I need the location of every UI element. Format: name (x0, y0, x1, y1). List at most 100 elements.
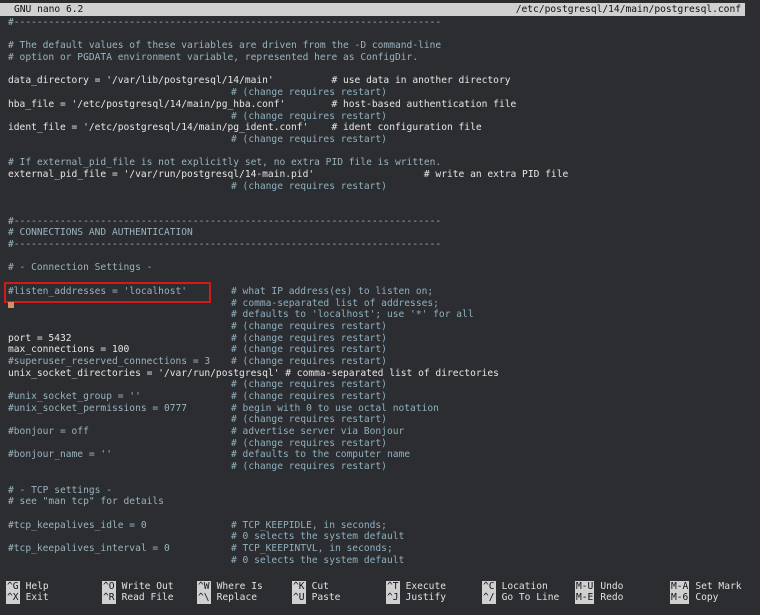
code-line[interactable]: hba_file = '/etc/postgresql/14/main/pg_h… (0, 99, 760, 111)
shortcut-label: Go To Line (501, 592, 560, 603)
shortcut-key: M-6 (670, 592, 690, 604)
inline-comment: # (change requires restart) (231, 87, 387, 99)
code-line[interactable]: # (change requires restart) (0, 321, 760, 333)
code-text: #tcp_keepalives_interval = 0 (8, 542, 170, 554)
inline-comment: # defaults to the computer name (231, 449, 411, 461)
code-line[interactable]: # If external_pid_file is not explicitly… (0, 157, 760, 169)
code-line[interactable]: ident_file = '/etc/postgresql/14/main/pg… (0, 122, 760, 134)
code-line[interactable]: # (change requires restart) (0, 379, 760, 391)
inline-comment: # (change requires restart) (231, 320, 387, 332)
inline-comment: # advertise server via Bonjour (231, 426, 405, 438)
code-line[interactable]: #---------------------------------------… (0, 17, 760, 29)
shortcut-label: Execute (405, 581, 446, 592)
code-line[interactable]: #unix_socket_group = '' # (change require… (0, 391, 760, 403)
code-line[interactable]: # CONNECTIONS AND AUTHENTICATION (0, 227, 760, 239)
shortcut-exit[interactable]: ^X Exit (6, 592, 49, 604)
code-line[interactable]: #---------------------------------------… (0, 216, 760, 228)
shortcut-key: ^J (386, 592, 400, 604)
inline-comment: # what IP address(es) to listen on; (231, 285, 434, 297)
title-bar: GNU nano 6.2 /etc/postgresql/14/main/pos… (0, 3, 745, 16)
inline-comment: # (change requires restart) (231, 437, 387, 449)
code-line[interactable]: # - TCP settings - (0, 485, 760, 497)
code-line[interactable]: # (change requires restart) (0, 87, 760, 99)
inline-comment: # TCP_KEEPINTVL, in seconds; (231, 542, 393, 554)
inline-comment: # (change requires restart) (231, 180, 387, 192)
shortcut-label: Where Is (216, 581, 263, 592)
shortcut-label: Cut (311, 581, 329, 592)
code-line[interactable]: external_pid_file = '/var/run/postgresql… (0, 169, 760, 181)
code-line[interactable] (0, 192, 760, 204)
shortcut-replace[interactable]: ^\ Replace (197, 592, 257, 604)
inline-comment: # (change requires restart) (231, 332, 387, 344)
code-line[interactable]: #bonjour = off # advertise server via Bon… (0, 426, 760, 438)
code-line[interactable]: port = 5432 # (change requires restart) (0, 333, 760, 345)
code-line[interactable]: # (change requires restart) (0, 181, 760, 193)
code-text: unix_socket_directories = '/var/run/post… (8, 367, 499, 379)
code-line[interactable] (0, 29, 760, 41)
shortcut-justify[interactable]: ^J Justify (386, 592, 446, 604)
code-line[interactable] (0, 251, 760, 263)
code-text: data_directory = '/var/lib/postgresql/14… (8, 75, 511, 87)
inline-comment: # (change requires restart) (231, 461, 387, 473)
code-line[interactable]: # (change requires restart) (0, 111, 760, 123)
shortcut-label: Write Out (121, 581, 174, 592)
code-line[interactable]: # see "man tcp" for details (0, 496, 760, 508)
inline-comment: # (change requires restart) (231, 133, 387, 145)
code-text: ident_file = '/etc/postgresql/14/main/pg… (8, 122, 482, 134)
shortcut-label: Justify (405, 592, 446, 603)
code-line[interactable]: # (change requires restart) (0, 414, 760, 426)
code-text: #---------------------------------------… (8, 17, 442, 28)
code-text: port = 5432 (8, 332, 72, 344)
code-line[interactable] (0, 64, 760, 76)
shortcut-key: M-E (575, 592, 595, 604)
code-text: #unix_socket_group = '' (8, 391, 141, 402)
code-line[interactable]: #bonjour_name = '' # defaults to the comp… (0, 449, 760, 461)
code-text: # see "man tcp" for details (8, 496, 164, 508)
inline-comment: # (change requires restart) (231, 391, 387, 402)
code-line[interactable]: #tcp_keepalives_idle = 0 # TCP_KEEPIDLE, … (0, 520, 760, 532)
inline-comment: # begin with 0 to use octal notation (231, 402, 439, 414)
code-line[interactable]: max_connections = 100 # (change requires … (0, 344, 760, 356)
code-line[interactable]: #superuser_reserved_connections = 3 # (ch… (0, 356, 760, 368)
code-text: # CONNECTIONS AND AUTHENTICATION (8, 227, 193, 239)
shortcut-redo[interactable]: M-E Redo (575, 592, 623, 604)
code-line[interactable]: # (change requires restart) (0, 134, 760, 146)
code-text: #---------------------------------------… (8, 239, 442, 251)
code-line[interactable]: # The default values of these variables … (0, 40, 760, 52)
code-line[interactable]: #unix_socket_permissions = 0777 # begin w… (0, 403, 760, 415)
code-text: #tcp_keepalives_idle = 0 (8, 519, 147, 531)
code-line[interactable]: # defaults to 'localhost'; use '*' for a… (0, 309, 760, 321)
code-line[interactable]: #tcp_keepalives_interval = 0 # TCP_KEEPIN… (0, 543, 760, 555)
inline-comment: # defaults to 'localhost'; use '*' for a… (231, 309, 474, 321)
code-line[interactable]: # (change requires restart) (0, 438, 760, 450)
shortcut-label: Undo (600, 581, 624, 592)
code-line[interactable]: # option or PGDATA environment variable,… (0, 52, 760, 64)
inline-comment: # (change requires restart) (231, 379, 387, 391)
code-line[interactable]: # 0 selects the system default (0, 531, 760, 543)
shortcut-read-file[interactable]: ^R Read File (102, 592, 174, 604)
shortcut-copy[interactable]: M-6 Copy (670, 592, 718, 604)
code-text: #bonjour = off (8, 426, 89, 438)
file-path: /etc/postgresql/14/main/postgresql.conf (515, 4, 741, 15)
code-text: # - Connection Settings - (8, 262, 153, 274)
code-line[interactable]: #---------------------------------------… (0, 239, 760, 251)
inline-comment: # comma-separated list of addresses; (231, 297, 439, 309)
shortcut-key: ^R (102, 592, 116, 604)
code-line[interactable]: # (change requires restart) (0, 461, 760, 473)
code-line[interactable] (0, 146, 760, 158)
text-cursor (8, 302, 14, 308)
code-text: #bonjour_name = '' (8, 449, 112, 461)
inline-comment: # 0 selects the system default (231, 554, 405, 566)
code-line[interactable]: data_directory = '/var/lib/postgresql/14… (0, 75, 760, 87)
code-line[interactable] (0, 508, 760, 520)
code-line[interactable] (0, 204, 760, 216)
code-text: # option or PGDATA environment variable,… (8, 52, 419, 64)
code-line[interactable] (0, 473, 760, 485)
code-line[interactable]: # 0 selects the system default (0, 555, 760, 567)
code-text: hba_file = '/etc/postgresql/14/main/pg_h… (8, 98, 517, 110)
code-text: max_connections = 100 (8, 344, 130, 356)
code-line[interactable]: unix_socket_directories = '/var/run/post… (0, 368, 760, 380)
shortcut-paste[interactable]: ^U Paste (292, 592, 340, 604)
code-line[interactable]: # - Connection Settings - (0, 262, 760, 274)
shortcut-go-to-line[interactable]: ^/ Go To Line (482, 592, 559, 604)
